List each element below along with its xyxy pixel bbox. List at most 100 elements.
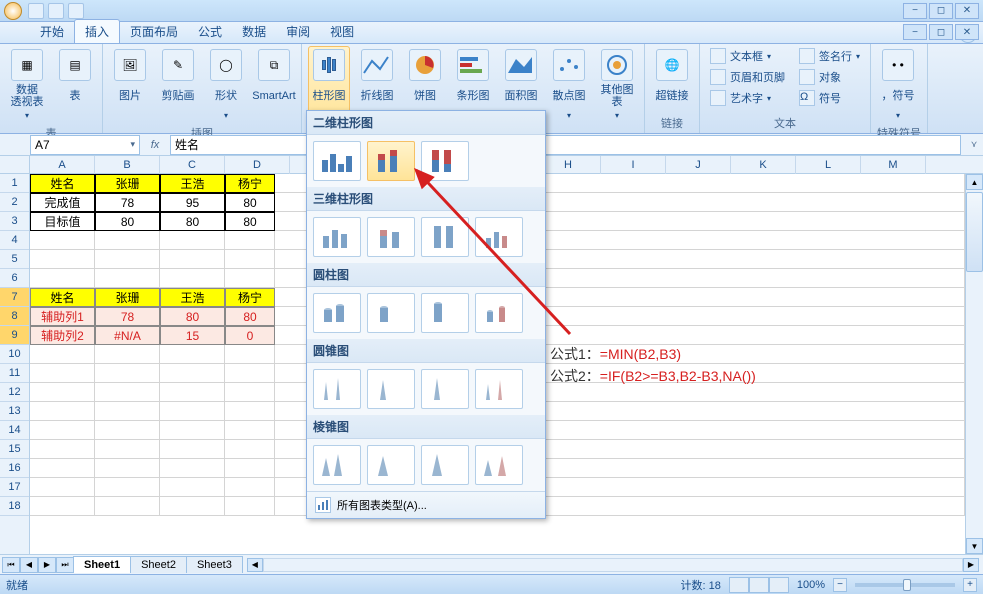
window-close-button[interactable]: ✕ [955,3,979,19]
view-pagelayout-button[interactable] [749,577,769,593]
headerfooter-button[interactable]: 页眉和页脚 [706,67,789,87]
table-button[interactable]: ▤表 [54,46,96,112]
picture-button[interactable]: 🖼图片 [109,46,151,112]
cell-c3[interactable]: 80 [160,212,225,231]
row-header-14[interactable]: 14 [0,421,29,440]
chart-opt-clustered-3d[interactable] [313,217,361,257]
col-header-c[interactable]: C [160,156,225,174]
tab-formulas[interactable]: 公式 [188,20,232,43]
chart-opt-pyramid-1[interactable] [313,445,361,485]
scatter-chart-button[interactable]: 散点图▾ [548,46,590,123]
scroll-thumb[interactable] [966,192,983,272]
window-restore-button[interactable]: ◻ [929,3,953,19]
cell-d7[interactable]: 杨宁 [225,288,275,307]
signatureline-button[interactable]: 签名行 ▾ [795,46,864,66]
pivottable-button[interactable]: ▦数据 透视表▾ [6,46,48,123]
cell-d9[interactable]: 0 [225,326,275,345]
wordart-button[interactable]: 艺术字 ▾ [706,88,789,108]
chart-opt-stacked-2d[interactable] [367,141,415,181]
cell-c2[interactable]: 95 [160,193,225,212]
clipart-button[interactable]: ✎剪贴画 [157,46,199,112]
col-header-d[interactable]: D [225,156,290,174]
row-header-7[interactable]: 7 [0,288,29,307]
workbook-minimize-button[interactable]: − [903,24,927,40]
sheet-nav-prev[interactable]: ◀ [20,557,38,573]
window-minimize-button[interactable]: − [903,3,927,19]
cell-c9[interactable]: 15 [160,326,225,345]
row-header-18[interactable]: 18 [0,497,29,516]
chart-opt-100stacked-2d[interactable] [421,141,469,181]
sheet-nav-first[interactable]: ⏮ [2,557,20,573]
row-header-15[interactable]: 15 [0,440,29,459]
name-box[interactable]: A7▾ [30,135,140,155]
office-button[interactable] [4,2,22,20]
cell-b9[interactable]: #N/A [95,326,160,345]
chart-opt-cylinder-1[interactable] [313,293,361,333]
col-header-k[interactable]: K [731,156,796,174]
scroll-down-button[interactable]: ▼ [966,538,983,554]
hscroll-right-button[interactable]: ▶ [963,558,979,572]
tab-review[interactable]: 审阅 [276,20,320,43]
cell-a1[interactable]: 姓名 [30,174,95,193]
tab-view[interactable]: 视图 [320,20,364,43]
row-header-10[interactable]: 10 [0,345,29,364]
row-header-2[interactable]: 2 [0,193,29,212]
select-all-corner[interactable] [0,156,30,174]
qat-redo-icon[interactable] [68,3,84,19]
col-header-l[interactable]: L [796,156,861,174]
zoom-in-button[interactable]: + [963,578,977,592]
tab-pagelayout[interactable]: 页面布局 [120,20,188,43]
special-symbol-button[interactable]: • •，符号▾ [877,46,919,123]
cell-c7[interactable]: 王浩 [160,288,225,307]
chart-opt-cone-4[interactable] [475,369,523,409]
cell-a4[interactable] [30,231,95,250]
col-header-j[interactable]: J [666,156,731,174]
row-header-11[interactable]: 11 [0,364,29,383]
tab-data[interactable]: 数据 [232,20,276,43]
cell-d8[interactable]: 80 [225,307,275,326]
col-header-a[interactable]: A [30,156,95,174]
scroll-up-button[interactable]: ▲ [966,174,983,190]
sheet-tab-1[interactable]: Sheet1 [73,556,131,573]
cell-c8[interactable]: 80 [160,307,225,326]
cell-b1[interactable]: 张珊 [95,174,160,193]
cell-b8[interactable]: 78 [95,307,160,326]
chart-opt-pyramid-3[interactable] [421,445,469,485]
chart-opt-cone-2[interactable] [367,369,415,409]
smartart-button[interactable]: ⧉SmartArt [253,46,295,112]
hyperlink-button[interactable]: 🌐超链接 [651,46,693,112]
horizontal-scrollbar[interactable]: ◀ ▶ [247,558,979,572]
view-pagebreak-button[interactable] [769,577,789,593]
zoom-slider[interactable] [855,583,955,587]
sheet-tab-2[interactable]: Sheet2 [130,556,187,573]
fx-button[interactable]: fx [146,136,164,154]
namebox-dropdown-icon[interactable]: ▾ [130,139,135,150]
object-button[interactable]: 对象 [795,67,864,87]
workbook-restore-button[interactable]: ◻ [929,24,953,40]
row-header-6[interactable]: 6 [0,269,29,288]
chart-opt-cone-1[interactable] [313,369,361,409]
cell-d2[interactable]: 80 [225,193,275,212]
cell-d3[interactable]: 80 [225,212,275,231]
cell-b2[interactable]: 78 [95,193,160,212]
chart-opt-cone-3[interactable] [421,369,469,409]
formula-expand-button[interactable]: ⋎ [965,136,983,154]
tab-home[interactable]: 开始 [30,20,74,43]
shapes-button[interactable]: ◯形状▾ [205,46,247,123]
zoom-level[interactable]: 100% [797,579,825,591]
cell-b3[interactable]: 80 [95,212,160,231]
view-normal-button[interactable] [729,577,749,593]
vertical-scrollbar[interactable]: ▲ ▼ [965,174,983,554]
row-header-13[interactable]: 13 [0,402,29,421]
cell-a8[interactable]: 辅助列1 [30,307,95,326]
cell-c1[interactable]: 王浩 [160,174,225,193]
formula-input[interactable]: 姓名 [170,135,961,155]
hscroll-left-button[interactable]: ◀ [247,558,263,572]
row-header-9[interactable]: 9 [0,326,29,345]
chart-opt-stacked-3d[interactable] [367,217,415,257]
chart-opt-pyramid-4[interactable] [475,445,523,485]
col-header-b[interactable]: B [95,156,160,174]
chart-opt-cylinder-2[interactable] [367,293,415,333]
other-charts-button[interactable]: 其他图表▾ [596,46,638,123]
cell-a2[interactable]: 完成值 [30,193,95,212]
